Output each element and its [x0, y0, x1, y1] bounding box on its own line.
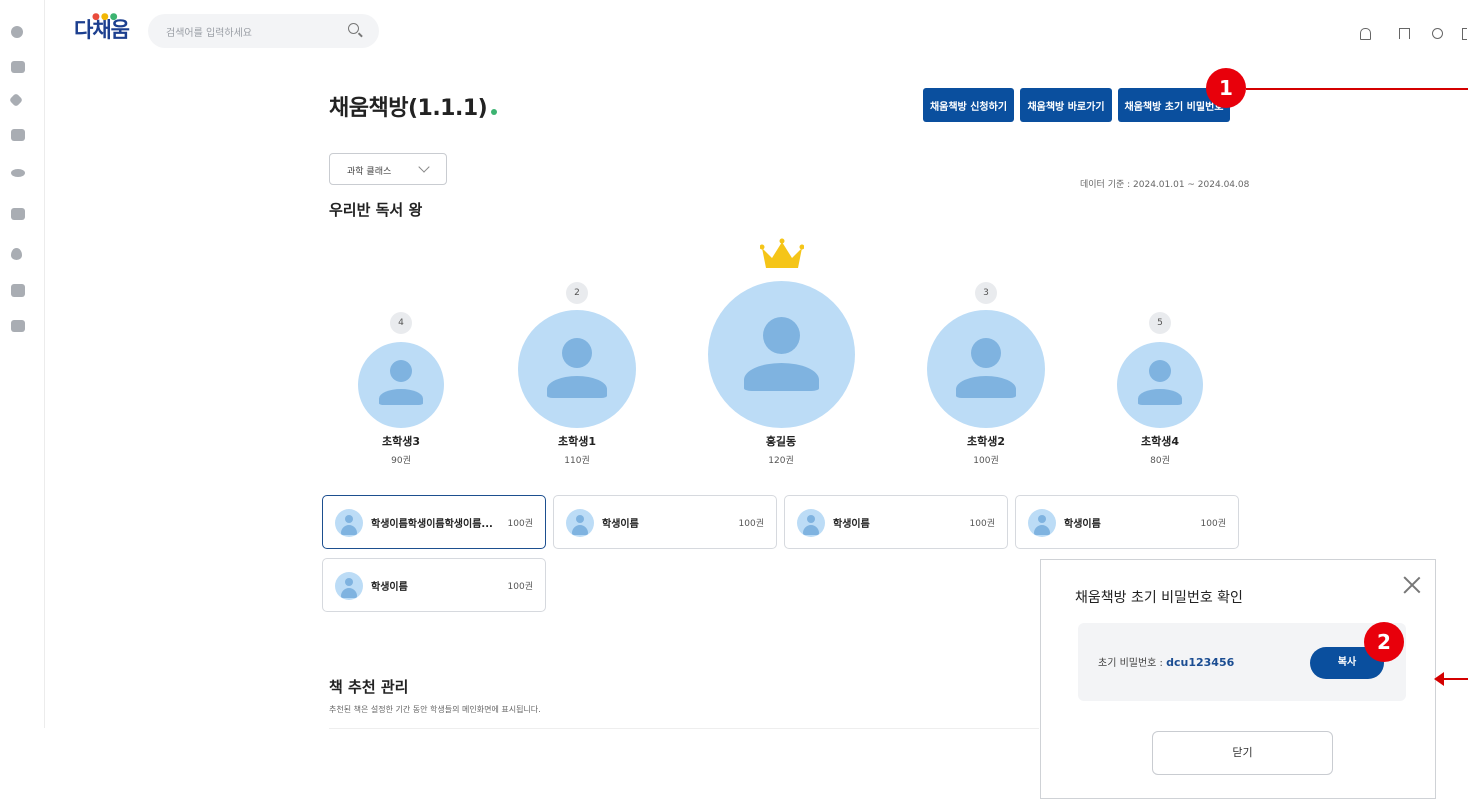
rank-name: 초학생2 [966, 435, 1005, 448]
avatar[interactable] [1117, 342, 1203, 428]
rank-count: 100권 [973, 456, 999, 466]
password-box: 초기 비밀번호 : dcu123456 복사 [1078, 623, 1406, 701]
student-name: 학생이름 [602, 519, 639, 530]
student-card[interactable]: 학생이름학생이름학생이름... 100권 [322, 495, 546, 549]
board-icon[interactable] [11, 61, 25, 73]
student-name: 학생이름학생이름학생이름... [371, 519, 493, 530]
bookmark-icon[interactable] [1399, 28, 1410, 39]
user-icon[interactable] [1432, 28, 1443, 39]
password-value: dcu123456 [1166, 656, 1235, 669]
student-name: 학생이름 [1064, 519, 1101, 530]
close-icon[interactable] [1403, 576, 1421, 594]
student-card[interactable]: 학생이름 100권 [784, 495, 1008, 549]
annotation-line-1 [1246, 88, 1468, 90]
divider [329, 728, 1039, 729]
avatar [335, 509, 363, 537]
class-select[interactable]: 과학 클래스 [329, 153, 447, 185]
class-select-value: 과학 클래스 [347, 167, 392, 177]
rank-name: 홍길동 [765, 435, 797, 448]
menu-icon[interactable] [1462, 28, 1467, 40]
rank-count: 80권 [1150, 456, 1170, 466]
password-label-text: 초기 비밀번호 : [1098, 658, 1167, 669]
search-icon[interactable] [348, 23, 359, 34]
go-button[interactable]: 채움책방 바로가기 [1020, 88, 1112, 122]
avatar[interactable] [708, 281, 855, 428]
apply-button[interactable]: 채움책방 신청하기 [923, 88, 1014, 122]
rank-badge: 5 [1149, 312, 1171, 334]
chevron-down-icon [418, 161, 430, 173]
section-title-readers: 우리반 독서 왕 [329, 201, 423, 219]
search-bar[interactable]: 검색어를 입력하세요 [148, 14, 379, 48]
avatar [1028, 509, 1056, 537]
rank-count: 110권 [564, 456, 590, 466]
password-modal: 채움책방 초기 비밀번호 확인 초기 비밀번호 : dcu123456 복사 닫… [1040, 559, 1436, 799]
avatar [797, 509, 825, 537]
avatar [566, 509, 594, 537]
page-title-text: 채움책방(1.1.1) [329, 96, 488, 121]
page-title: 채움책방(1.1.1) [329, 90, 498, 122]
rank-name: 초학생4 [1140, 435, 1179, 448]
title-dot [491, 109, 498, 115]
chart-icon[interactable] [11, 129, 25, 141]
crown-icon [760, 238, 804, 268]
rank-badge: 4 [390, 312, 412, 334]
avatar [335, 572, 363, 600]
info-icon[interactable] [11, 26, 23, 38]
rank-badge: 3 [975, 282, 997, 304]
student-count: 100권 [507, 519, 533, 529]
logo[interactable]: ●●● 다채움 [74, 12, 130, 44]
avatar[interactable] [358, 342, 444, 428]
student-count: 100권 [507, 582, 533, 592]
modal-title: 채움책방 초기 비밀번호 확인 [1075, 590, 1243, 606]
rank-count: 90권 [391, 456, 411, 466]
message-icon[interactable] [11, 320, 25, 332]
avatar[interactable] [518, 310, 636, 428]
student-name: 학생이름 [371, 582, 408, 593]
bell-icon[interactable] [1360, 28, 1371, 40]
rocket-icon[interactable] [8, 92, 24, 108]
student-name: 학생이름 [833, 519, 870, 530]
avatar[interactable] [927, 310, 1045, 428]
section-subtitle-recommend: 추천된 책은 설정한 기간 동안 학생들의 메인화면에 표시됩니다. [329, 705, 541, 714]
student-card[interactable]: 학생이름 100권 [1015, 495, 1239, 549]
student-count: 100권 [969, 519, 995, 529]
edit-note-icon[interactable] [11, 208, 25, 220]
book-icon[interactable] [11, 284, 25, 297]
student-count: 100권 [1200, 519, 1226, 529]
student-card[interactable]: 학생이름 100권 [553, 495, 777, 549]
rank-name: 초학생3 [381, 435, 420, 448]
search-placeholder: 검색어를 입력하세요 [166, 28, 252, 39]
annotation-marker-2: 2 [1364, 622, 1404, 662]
logo-dots: ●●● [92, 12, 119, 22]
side-rail [0, 0, 45, 728]
annotation-line-2 [1440, 678, 1468, 680]
rank-badge: 2 [566, 282, 588, 304]
arrowhead-icon [1434, 672, 1444, 686]
rank-count: 120권 [768, 456, 794, 466]
graduation-cap-icon[interactable] [11, 169, 25, 177]
data-range: 데이터 기준 : 2024.01.01 ~ 2024.04.08 [1080, 180, 1250, 190]
student-count: 100권 [738, 519, 764, 529]
rank-name: 초학생1 [557, 435, 596, 448]
password-label: 초기 비밀번호 : dcu123456 [1098, 654, 1234, 669]
close-button[interactable]: 닫기 [1152, 731, 1333, 775]
section-title-recommend: 책 추천 관리 [329, 678, 409, 696]
annotation-marker-1: 1 [1206, 68, 1246, 108]
heart-icon[interactable] [11, 248, 22, 260]
student-card[interactable]: 학생이름 100권 [322, 558, 546, 612]
